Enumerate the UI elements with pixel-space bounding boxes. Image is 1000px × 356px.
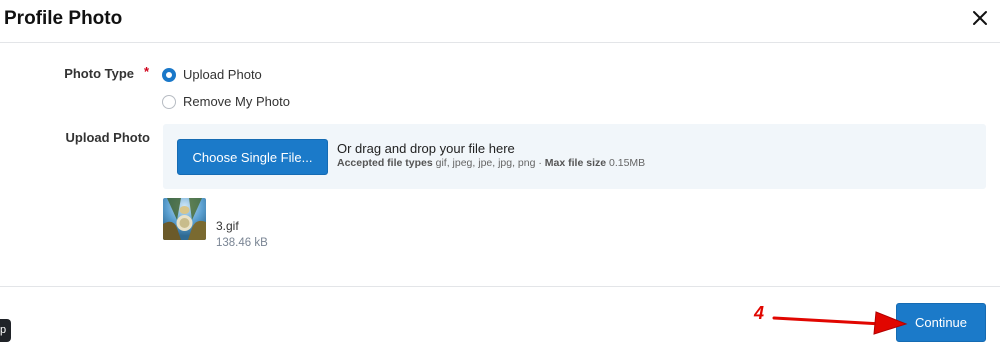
max-size-label: Max file size [544,157,607,169]
dialog-title: Profile Photo [4,8,123,29]
radio-label: Upload Photo [183,67,262,82]
dialog-header: Profile Photo [0,0,1000,43]
footer-divider [0,286,1000,287]
edge-tooltip-stub: p [0,319,11,342]
accepted-types-label: Accepted file types [337,157,433,169]
upload-photo-label: Upload Photo [65,130,151,145]
file-size: 138.46 kB [216,237,268,249]
file-dropzone[interactable]: Choose Single File... Or drag and drop y… [163,124,986,189]
file-name: 3.gif [216,219,239,233]
close-button[interactable] [968,6,992,30]
drag-drop-hint: Or drag and drop your file here [337,141,515,156]
radio-remove-photo[interactable]: Remove My Photo [162,94,290,109]
radio-button-checked[interactable] [162,67,176,82]
required-marker: * [144,64,150,79]
accepted-file-info: Accepted file types gif, jpeg, jpe, jpg,… [337,157,645,169]
choose-file-button[interactable]: Choose Single File... [177,139,328,175]
accepted-types-value: gif, jpeg, jpe, jpg, png [435,157,536,169]
radio-upload-photo[interactable]: Upload Photo [162,67,262,82]
file-thumbnail [163,198,206,240]
max-size-value: 0.15MB [609,157,646,169]
close-icon[interactable] [968,6,992,30]
separator: · [538,157,542,169]
photo-type-label: Photo Type [64,66,134,81]
radio-button-unchecked[interactable] [162,94,176,109]
radio-label: Remove My Photo [183,94,290,109]
arrow-annotation-icon [772,311,908,335]
